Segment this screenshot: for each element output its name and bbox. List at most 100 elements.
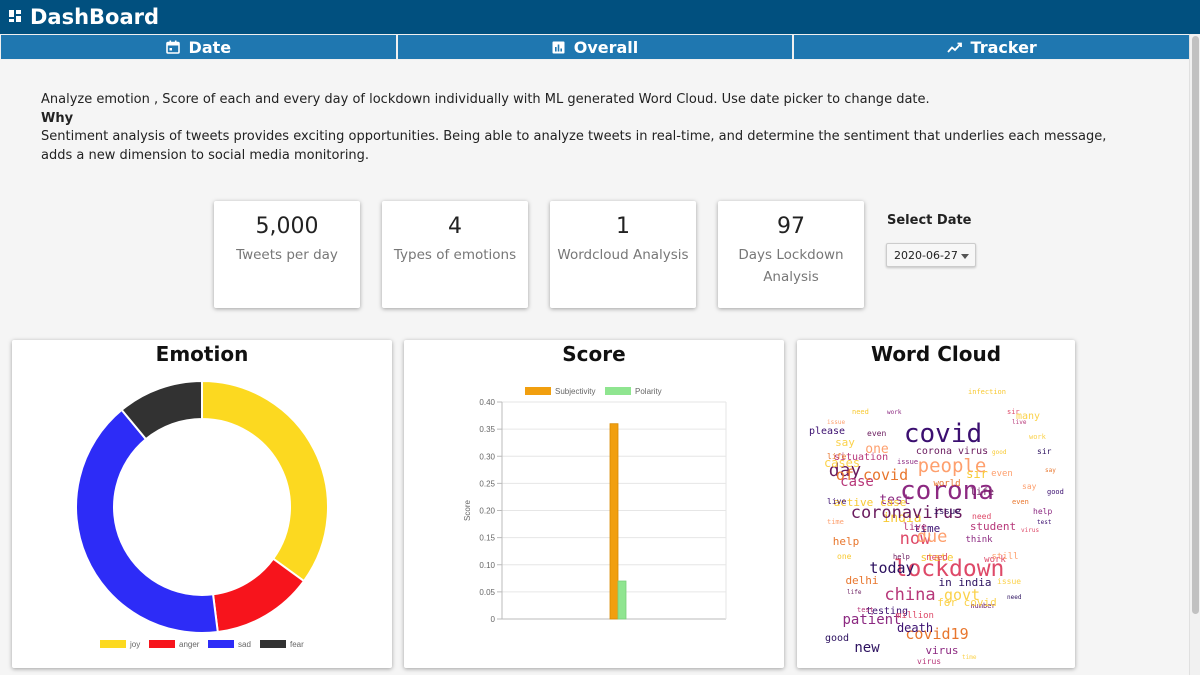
wordcloud-word-small: issue (897, 458, 918, 466)
wordcloud-word-small: good (992, 449, 1007, 456)
wordcloud-word-small: time (962, 654, 977, 661)
wordcloud-word: help (833, 535, 860, 548)
wordcloud-word: for covid (937, 596, 997, 609)
wordcloud-word-small: test (857, 606, 874, 614)
wordcloud-word-small: live (1012, 419, 1027, 426)
y-tick-label: 0.30 (479, 452, 495, 461)
wordcloud-word-small: need (852, 408, 869, 416)
doughnut-slice-sad[interactable] (75, 408, 219, 634)
legend-swatch-sad[interactable] (208, 640, 234, 648)
chevron-down-icon (961, 254, 969, 259)
date-select[interactable]: 2020-06-27 (886, 243, 976, 267)
tab-overall[interactable]: Overall (396, 34, 794, 60)
app-title: DashBoard (30, 5, 160, 29)
header-bar: DashBoard (0, 0, 1200, 34)
legend-swatch-joy[interactable] (100, 640, 126, 648)
wordcloud-word: in india (939, 576, 992, 589)
wordcloud-word-small: issue (827, 419, 845, 426)
wordcloud-word: think (965, 535, 993, 545)
wordcloud-word: sir (966, 467, 988, 481)
stat-value: 1 (616, 214, 630, 239)
tab-date-label: Date (188, 37, 232, 57)
stat-label: Wordcloud Analysis (557, 247, 689, 263)
stat-card-lockdown-days: 97 Days Lockdown Analysis (718, 201, 864, 308)
emotion-doughnut-chart: joy anger sad fear (75, 379, 329, 649)
wordcloud-word-small: work (887, 409, 902, 416)
wordcloud-word-small: time (827, 518, 844, 526)
wordcloud-word-small: even (1012, 498, 1029, 506)
intro-text: Analyze emotion , Score of each and ever… (41, 91, 1141, 165)
wordcloud-word: of covid (836, 466, 908, 484)
bar-chart-icon (552, 41, 565, 53)
wordcloud-word-small: need (1007, 594, 1022, 601)
stat-label: Tweets per day (236, 247, 338, 263)
wordcloud-word: live (903, 522, 927, 533)
y-tick-label: 0.20 (479, 507, 495, 516)
bar-subjectivity[interactable] (609, 423, 619, 620)
legend-label-polarity[interactable]: Polarity (635, 387, 662, 396)
wordcloud-word: issue (933, 507, 960, 517)
legend-swatch-subjectivity[interactable] (525, 387, 551, 395)
legend-swatch-polarity[interactable] (605, 387, 631, 395)
dashboard-icon (9, 10, 21, 22)
y-tick-label: 0.15 (479, 534, 495, 543)
wordcloud-word-small: help (1033, 507, 1052, 516)
wordcloud-word: world (933, 479, 960, 489)
bar-polarity[interactable] (617, 580, 627, 620)
legend-swatch-anger[interactable] (149, 640, 175, 648)
score-card: Score 0 0.05 0.10 0.15 0.20 0.25 0.30 0.35 0.40 S… (404, 340, 784, 668)
wordcloud-word-small: help (893, 553, 910, 561)
tab-date[interactable]: Date (0, 34, 397, 60)
calendar-icon (165, 40, 180, 54)
stat-value: 5,000 (255, 214, 319, 239)
wordcloud-word-small: live (827, 497, 846, 506)
wordcloud-word-small: say (1022, 482, 1037, 491)
stat-value: 4 (448, 214, 462, 239)
legend-label-sad[interactable]: sad (238, 640, 251, 649)
stat-label: Days Lockdown Analysis (738, 247, 844, 285)
legend-label-anger[interactable]: anger (179, 640, 200, 649)
wordcloud-word: new (854, 640, 880, 656)
doughnut-slice-joy[interactable] (201, 379, 329, 583)
y-tick-label: 0.10 (479, 561, 495, 570)
wordcloud-word-small: one (837, 552, 852, 561)
legend-label-subjectivity[interactable]: Subjectivity (555, 387, 595, 396)
stat-label: Types of emotions (393, 247, 517, 263)
y-axis-label: Score (463, 500, 472, 521)
wordcloud-word: say (835, 436, 855, 449)
legend-label-fear[interactable]: fear (290, 640, 304, 649)
y-tick-label: 0.25 (479, 479, 495, 488)
nav-tabs: Date Overall Tracker (0, 34, 1191, 60)
wordcloud-word-small: life (847, 589, 862, 596)
wordcloud-word: infection (968, 388, 1006, 396)
wordcloud-word-small: virus (917, 657, 941, 666)
wordcloud-word: student (970, 520, 1016, 533)
wordcloud-word: need (926, 553, 948, 563)
wordcloud-word: life (970, 487, 994, 498)
scrollbar-thumb[interactable] (1192, 36, 1199, 614)
wordcloud-word: still (991, 552, 1018, 562)
intro-line: Analyze emotion , Score of each and ever… (41, 92, 930, 107)
wordcloud-word: good (825, 633, 849, 644)
wordcloud-word-small: work (1029, 433, 1047, 441)
wordcloud-word: china (884, 585, 935, 605)
page-scrollbar[interactable] (1189, 34, 1200, 675)
tab-tracker-label: Tracker (970, 37, 1037, 57)
wordcloud-word-small: sir (1007, 408, 1020, 416)
y-tick-label: 0 (491, 615, 496, 624)
stat-value: 97 (777, 214, 805, 239)
wordcloud-word: delhi (845, 574, 878, 587)
tab-tracker[interactable]: Tracker (793, 34, 1191, 60)
wordcloud-word: even (991, 469, 1013, 479)
wordcloud-word: death (897, 621, 933, 635)
legend-label-joy[interactable]: joy (129, 640, 140, 649)
wordcloud-word: please (809, 426, 845, 437)
stat-card-wordcloud: 1 Wordcloud Analysis (550, 201, 696, 308)
score-bar-chart: 0 0.05 0.10 0.15 0.20 0.25 0.30 0.35 0.40 Score Su… (463, 387, 727, 624)
why-heading: Why (41, 110, 74, 126)
wordcloud-word: million (896, 611, 934, 621)
stat-card-tweets: 5,000 Tweets per day (214, 201, 360, 308)
legend-swatch-fear[interactable] (260, 640, 286, 648)
wordcloud-word-small: good (1047, 488, 1064, 496)
y-tick-label: 0.35 (479, 425, 495, 434)
